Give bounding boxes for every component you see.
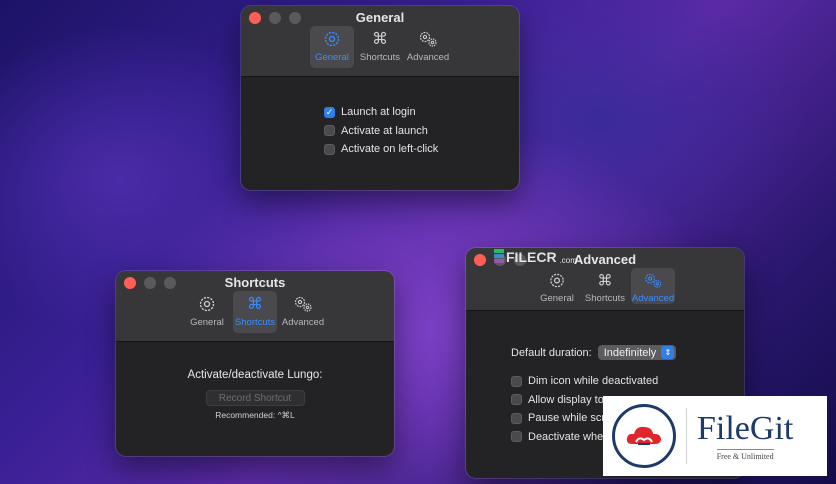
gears-icon [645,273,662,288]
logo-divider [686,408,687,464]
command-key-icon: ⌘ [597,271,612,289]
chevron-updown-icon: ⇕ [661,346,675,359]
tab-label: Shortcuts [234,317,276,328]
checkbox-unchecked[interactable] [324,125,335,137]
checkbox-unchecked[interactable] [324,143,335,155]
tab-label: Advanced [281,317,325,328]
tab-advanced[interactable]: Advanced [281,291,325,333]
filecr-logo-icon [494,248,504,265]
option-label: Launch at login [341,106,416,119]
tab-label: General [540,293,574,304]
gear-icon [550,273,564,288]
window-title: Shortcuts [224,275,286,290]
general-window-titlebar: General General ⌘ Shortcuts Advanced [241,6,519,77]
tab-general[interactable]: General [185,291,229,333]
shortcuts-window-titlebar: Shortcuts General ⌘ Shortcuts Advanced [116,271,394,342]
option-label: Activate on left-click [341,143,439,156]
gear-icon [199,296,215,312]
gears-icon [294,296,312,312]
gear-icon [324,31,340,47]
window-title: General [355,10,405,25]
tab-label: Shortcuts [584,293,626,304]
duration-value: Indefinitely [603,346,657,359]
shortcuts-window: Shortcuts General ⌘ Shortcuts Advanced A… [116,271,394,456]
command-key-icon: ⌘ [247,294,263,313]
watermark-text: FILECR [506,248,557,265]
default-duration-row: Default duration: Indefinitely ⇕ [511,345,677,360]
filegit-title: FileGit [697,409,794,447]
general-content: ✓ Launch at login Activate at launch Act… [241,77,519,190]
tab-shortcuts[interactable]: ⌘ Shortcuts [583,268,627,304]
tab-label: General [190,317,224,328]
filecr-watermark: FILECR .com [494,248,577,265]
record-shortcut-button[interactable]: Record Shortcut [205,390,305,406]
filegit-logo: FileGit Free & Unlimited [603,396,827,476]
option-label: Deactivate when [528,430,610,443]
filegit-subtitle: Free & Unlimited [716,448,774,461]
svg-text:⌘: ⌘ [247,294,263,313]
preferences-tabs: General ⌘ Shortcuts Advanced [241,26,519,68]
launch-at-login-checkbox[interactable]: ✓ Launch at login [324,103,438,122]
general-window: General General ⌘ Shortcuts Advanced ✓ L… [241,6,519,190]
tab-shortcuts[interactable]: ⌘ Shortcuts [358,26,402,68]
checkbox-unchecked[interactable] [511,375,522,387]
duration-label: Default duration: [511,346,592,359]
checkbox-unchecked[interactable] [511,431,522,443]
checkbox-unchecked[interactable] [511,412,522,424]
duration-select[interactable]: Indefinitely ⇕ [597,345,677,360]
filegit-text: FileGit Free & Unlimited [697,409,794,461]
cloud-download-icon [612,404,676,468]
option-label: Allow display to s [528,393,613,406]
option-label: Dim icon while deactivated [528,375,659,388]
gears-icon [419,31,437,47]
preferences-tabs: General ⌘ Shortcuts Advanced [116,291,394,333]
shortcuts-content: Activate/deactivate Lungo: Record Shortc… [116,342,394,456]
activate-at-launch-checkbox[interactable]: Activate at launch [324,122,438,141]
tab-label: Advanced [406,52,450,63]
checkbox-checked[interactable]: ✓ [324,106,335,118]
tab-shortcuts[interactable]: ⌘ Shortcuts [233,291,277,333]
tab-general[interactable]: General [310,26,354,68]
tab-advanced[interactable]: Advanced [406,26,450,68]
option-label: Activate at launch [341,124,428,137]
checkbox-unchecked[interactable] [511,394,522,406]
tab-label: General [315,52,349,63]
svg-text:⌘: ⌘ [372,29,388,48]
preferences-tabs: General ⌘ Shortcuts Advanced [466,268,744,304]
command-key-icon: ⌘ [372,29,388,48]
recommended-shortcut: Recommended: ^⌘L [215,410,295,420]
activate-on-left-click-checkbox[interactable]: Activate on left-click [324,140,438,159]
option-label: Pause while scre [528,412,612,425]
tab-label: Shortcuts [359,52,401,63]
shortcut-heading: Activate/deactivate Lungo: [187,369,323,381]
watermark-suffix: .com [559,256,577,265]
tab-general[interactable]: General [535,268,579,304]
dim-icon-checkbox[interactable]: Dim icon while deactivated [511,372,658,391]
tab-label: Advanced [631,293,675,304]
tab-advanced[interactable]: Advanced [631,268,675,304]
svg-text:⌘: ⌘ [597,271,612,289]
